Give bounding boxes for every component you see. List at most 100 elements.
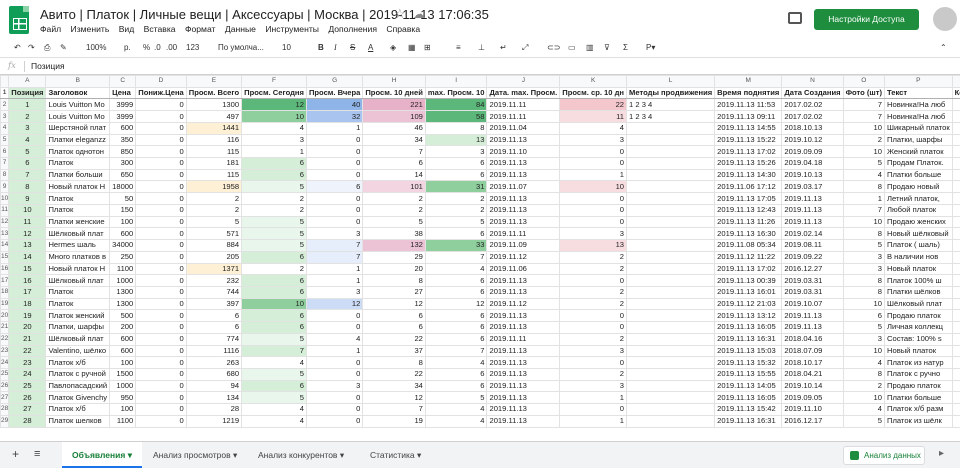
table-cell[interactable]: 2019.11.13 xyxy=(486,157,561,170)
table-cell[interactable]: 34 xyxy=(362,133,426,147)
header-cell[interactable]: Просм. 10 дней xyxy=(362,86,426,100)
table-cell[interactable]: 12 xyxy=(305,297,364,311)
explore-button[interactable]: Анализ данных xyxy=(843,446,925,465)
table-cell[interactable]: 2019.11.13 12:43 xyxy=(714,203,783,217)
table-cell[interactable]: 6 xyxy=(241,309,307,323)
table-cell[interactable]: 24 xyxy=(8,367,47,381)
table-cell[interactable]: 3 xyxy=(559,344,628,358)
align-vertical-icon[interactable]: ⊥ xyxy=(478,43,485,52)
table-cell[interactable]: 26 xyxy=(8,391,47,405)
table-cell[interactable]: 1 2 3 4 xyxy=(626,110,716,123)
table-cell[interactable]: 28 xyxy=(185,403,243,416)
table-cell[interactable]: 2019.11.12 xyxy=(486,250,561,264)
table-cell[interactable]: Платок х/б разм xyxy=(883,403,953,416)
table-cell[interactable]: 18000 xyxy=(109,180,137,194)
functions-icon[interactable]: Σ xyxy=(623,43,628,52)
column-header-f[interactable]: F xyxy=(241,75,307,88)
table-cell[interactable]: 6 xyxy=(362,321,426,334)
menu-data[interactable]: Данные xyxy=(225,24,256,34)
table-cell[interactable]: 200 xyxy=(109,321,137,334)
column-header-p[interactable]: P xyxy=(883,75,953,88)
row-header[interactable]: 16 xyxy=(0,262,10,276)
table-cell[interactable]: 2019.11.11 xyxy=(486,332,561,346)
table-cell[interactable]: 2019.11.10 xyxy=(486,145,561,159)
table-cell[interactable] xyxy=(626,309,716,323)
table-cell[interactable]: 67 xyxy=(951,157,960,170)
table-cell[interactable]: 238 xyxy=(951,168,960,182)
table-cell[interactable]: 571 xyxy=(185,227,243,241)
table-cell[interactable]: 0 xyxy=(135,110,187,123)
table-cell[interactable]: 9 xyxy=(8,192,47,205)
sheets-logo-icon[interactable] xyxy=(9,6,29,34)
table-cell[interactable]: 2019.11.13 14:05 xyxy=(714,379,783,393)
menu-addons[interactable]: Дополнения xyxy=(328,24,377,34)
header-cell[interactable]: Просм. Всего xyxy=(185,86,243,100)
table-cell[interactable]: 6 xyxy=(185,321,243,334)
table-cell[interactable]: Продаю женских xyxy=(883,215,953,229)
table-cell[interactable]: 4 xyxy=(241,356,307,369)
table-cell[interactable]: 2019.11.07 xyxy=(486,180,561,194)
input-tools-icon[interactable]: Р▾ xyxy=(646,43,655,52)
table-cell[interactable]: 7 xyxy=(362,403,426,416)
table-cell[interactable]: 231 xyxy=(951,121,960,135)
table-cell[interactable]: 2 xyxy=(241,203,307,217)
row-header[interactable]: 9 xyxy=(0,180,10,194)
table-cell[interactable]: 3 xyxy=(8,121,47,135)
table-cell[interactable]: 5 xyxy=(424,391,488,405)
table-cell[interactable]: 2 xyxy=(424,192,488,205)
row-header[interactable]: 23 xyxy=(0,344,10,358)
table-cell[interactable]: 1300 xyxy=(109,297,137,311)
table-cell[interactable]: 2019.11.13 13:12 xyxy=(714,309,783,323)
table-cell[interactable]: 2 xyxy=(842,379,885,393)
table-cell[interactable]: 3999 xyxy=(109,98,137,112)
table-cell[interactable]: 8 xyxy=(8,180,47,194)
table-cell[interactable]: 6 xyxy=(362,157,426,170)
row-header[interactable]: 7 xyxy=(0,157,10,170)
table-cell[interactable]: 0 xyxy=(305,215,364,229)
table-cell[interactable]: 2019.11.06 xyxy=(486,262,561,276)
table-cell[interactable]: 4 xyxy=(424,356,488,369)
table-cell[interactable]: 2019.11.13 09:11 xyxy=(714,110,783,123)
table-cell[interactable]: 12 xyxy=(362,391,426,405)
table-cell[interactable]: Платок xyxy=(45,297,111,311)
table-cell[interactable]: 774 xyxy=(185,332,243,346)
table-cell[interactable]: 2019.11.13 xyxy=(486,274,561,287)
table-cell[interactable]: 2019.11.13 16:31 xyxy=(714,414,783,428)
table-cell[interactable]: 7 xyxy=(241,344,307,358)
table-cell[interactable]: 0 xyxy=(135,309,187,323)
menu-file[interactable]: Файл xyxy=(40,24,61,34)
table-cell[interactable]: Павлопасадский xyxy=(45,379,111,393)
table-cell[interactable] xyxy=(626,168,716,182)
table-cell[interactable]: 2019.11.13 16:05 xyxy=(714,321,783,334)
table-cell[interactable]: 1500 xyxy=(109,367,137,381)
table-cell[interactable]: 238 xyxy=(951,391,960,405)
table-cell[interactable] xyxy=(626,192,716,205)
table-cell[interactable]: 2 xyxy=(559,332,628,346)
table-cell[interactable]: 4 xyxy=(424,403,488,416)
table-cell[interactable]: Летний платок, xyxy=(883,192,953,205)
table-cell[interactable]: 7 xyxy=(842,110,885,123)
star-icon[interactable]: ☆ xyxy=(394,6,406,22)
column-header-h[interactable]: H xyxy=(362,75,426,88)
table-cell[interactable]: 2019.11.13 xyxy=(486,133,561,147)
table-cell[interactable]: 2019.11.13 00:39 xyxy=(714,274,783,287)
column-header-l[interactable]: L xyxy=(626,75,716,88)
table-cell[interactable] xyxy=(626,379,716,393)
table-cell[interactable] xyxy=(626,133,716,147)
header-cell[interactable]: Заголовок xyxy=(45,86,111,100)
paint-format-icon[interactable]: ✎ xyxy=(60,43,67,52)
table-cell[interactable]: 3 xyxy=(559,379,628,393)
table-cell[interactable]: Новый платок Н xyxy=(45,180,111,194)
font-family-select[interactable]: По умолча... xyxy=(218,43,264,52)
table-cell[interactable]: 3 xyxy=(305,227,364,241)
column-header-e[interactable]: E xyxy=(185,75,243,88)
table-cell[interactable]: 2 xyxy=(842,133,885,147)
row-header[interactable]: 3 xyxy=(0,110,10,123)
table-cell[interactable]: 0 xyxy=(135,192,187,205)
table-cell[interactable]: 0 xyxy=(135,203,187,217)
table-cell[interactable]: 3 xyxy=(559,133,628,147)
table-cell[interactable]: 6 xyxy=(241,379,307,393)
table-cell[interactable] xyxy=(626,391,716,405)
table-cell[interactable]: Valentino, шёлко xyxy=(45,344,111,358)
table-cell[interactable]: 7 xyxy=(842,98,885,112)
